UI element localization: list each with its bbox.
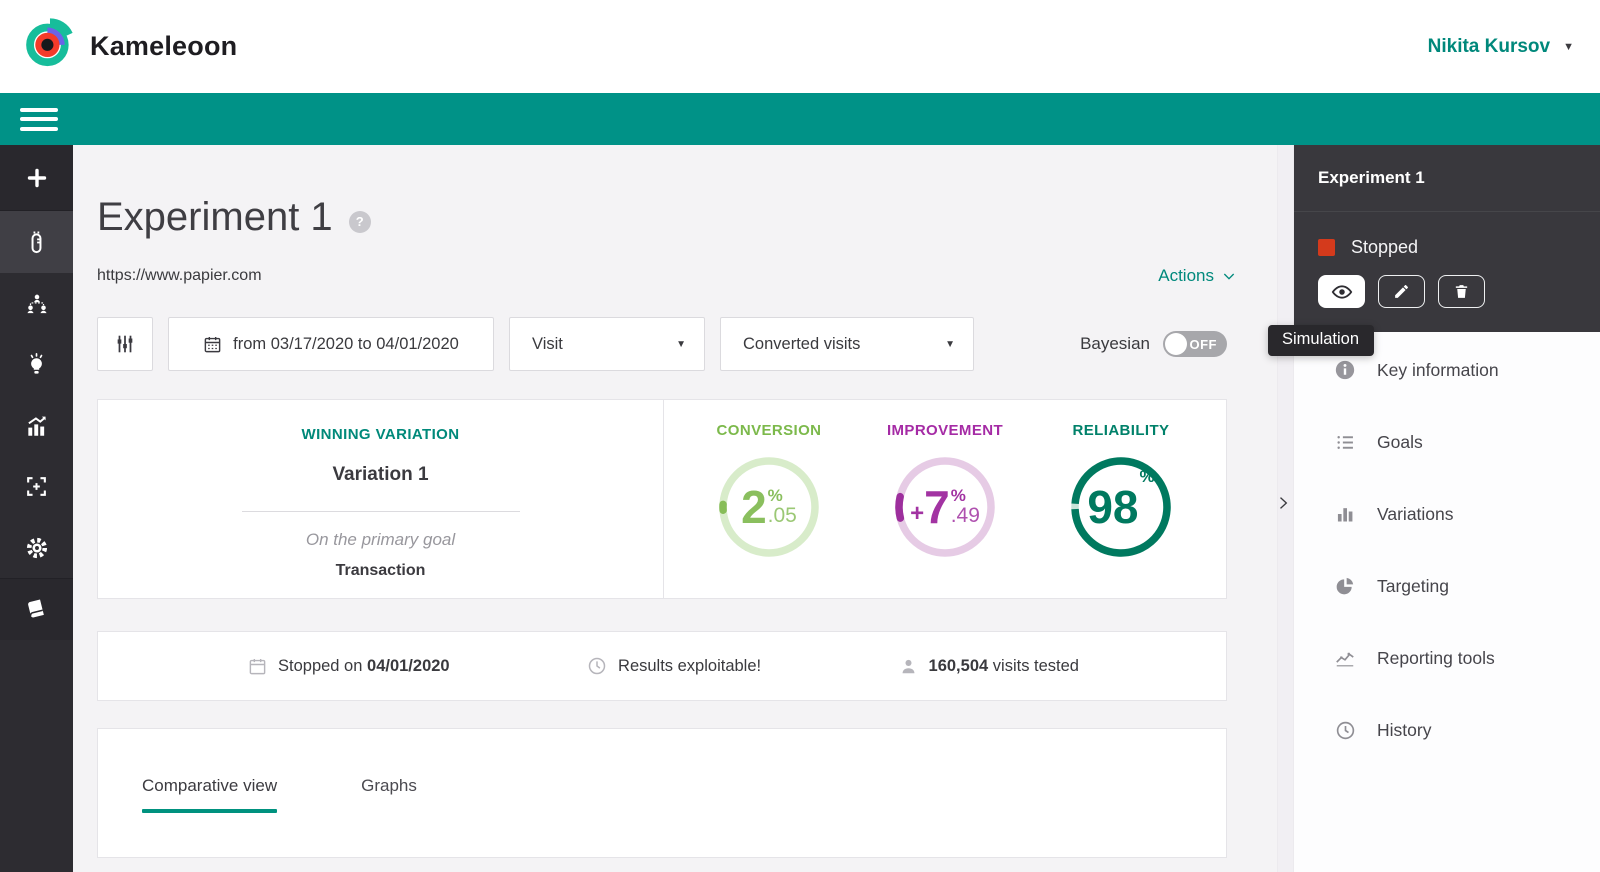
- calendar-icon: [204, 336, 221, 352]
- clock-icon: [1334, 720, 1356, 741]
- sidebar-item-docs[interactable]: [0, 578, 73, 640]
- line-chart-icon: [1334, 647, 1356, 669]
- sidebar-item-audiences[interactable]: [0, 273, 73, 334]
- kameleoon-logo-icon: [24, 18, 76, 75]
- menu-item-reporting-tools[interactable]: Reporting tools: [1294, 622, 1600, 694]
- toggle-state: OFF: [1189, 336, 1217, 352]
- winning-variation-heading: WINNING VARIATION: [301, 426, 460, 443]
- edit-button[interactable]: [1378, 275, 1425, 308]
- pie-chart-icon: [1334, 576, 1356, 596]
- caret-down-icon: ▼: [676, 338, 686, 350]
- delete-button[interactable]: [1438, 275, 1485, 308]
- experiments-icon: [24, 230, 49, 255]
- lightbulb-icon: [24, 352, 49, 377]
- help-icon[interactable]: ?: [348, 210, 371, 233]
- bayesian-label: Bayesian: [1080, 334, 1150, 353]
- date-range-value: from 03/17/2020 to 04/01/2020: [233, 334, 459, 353]
- visits-tested-info: 160,504 visits tested: [899, 657, 1079, 676]
- primary-goal-subtitle: On the primary goal: [305, 530, 456, 549]
- pencil-icon: [1395, 285, 1408, 298]
- kameleoon-dashboard: Kameleoon Nikita Kursov ▼ Experiment 1 ?…: [0, 0, 1600, 872]
- visit-select[interactable]: Visit ▼: [509, 317, 705, 371]
- page-title: Experiment 1: [97, 195, 333, 239]
- sidebar-item-settings[interactable]: [0, 517, 73, 578]
- simulation-tooltip: Simulation: [1268, 325, 1375, 356]
- brand-name: Kameleoon: [90, 31, 238, 61]
- audiences-icon: [24, 291, 50, 317]
- status-label: Stopped: [1351, 237, 1419, 257]
- collapse-panel-button[interactable]: [1271, 491, 1295, 515]
- brand[interactable]: Kameleoon: [24, 18, 237, 75]
- sidebar-item-ideas[interactable]: [0, 334, 73, 395]
- primary-goal-name: Transaction: [335, 562, 426, 579]
- plus-icon: [25, 166, 49, 190]
- person-icon: [902, 659, 914, 673]
- caret-down-icon: ▼: [945, 338, 955, 350]
- personalization-icon: [24, 474, 49, 499]
- date-range-picker[interactable]: from 03/17/2020 to 04/01/2020: [168, 317, 494, 371]
- nav-bar: [0, 93, 1600, 145]
- gear-icon: [24, 535, 50, 561]
- sidebar-item-new[interactable]: [0, 145, 73, 211]
- status-stopped-icon: [1318, 239, 1335, 256]
- improvement-gauge: IMPROVEMENT + 7 % .49: [887, 422, 1003, 598]
- menu-item-targeting[interactable]: Targeting: [1294, 550, 1600, 622]
- filter-settings-button[interactable]: [97, 317, 153, 371]
- sidebar-item-personalization[interactable]: [0, 456, 73, 517]
- menu-item-variations[interactable]: Variations: [1294, 478, 1600, 550]
- menu-item-history[interactable]: History: [1294, 694, 1600, 766]
- actions-dropdown[interactable]: Actions: [1158, 266, 1237, 286]
- trash-icon: [1455, 285, 1468, 298]
- main-content: Experiment 1 ? https://www.papier.com Ac…: [73, 145, 1293, 872]
- chevron-right-icon: [1280, 497, 1288, 509]
- analytics-icon: [24, 413, 50, 439]
- user-name: Nikita Kursov: [1427, 35, 1551, 57]
- eye-icon: [1331, 284, 1352, 299]
- simulation-eye-button[interactable]: [1318, 275, 1365, 308]
- calendar-icon: [249, 658, 266, 674]
- top-header: Kameleoon Nikita Kursov ▼: [0, 0, 1600, 93]
- results-exploitable-info: Results exploitable!: [587, 656, 761, 676]
- goal-select[interactable]: Converted visits ▼: [720, 317, 974, 371]
- info-icon: [1334, 359, 1356, 381]
- hamburger-menu-icon[interactable]: [20, 102, 58, 136]
- scrollbar-track[interactable]: [1277, 145, 1293, 872]
- divider: [241, 511, 520, 512]
- results-summary-card: WINNING VARIATION Variation 1 On the pri…: [97, 399, 1227, 599]
- experiment-side-panel: Experiment 1 Stopped Simulation Key info…: [1268, 145, 1600, 872]
- bar-chart-icon: [1334, 504, 1356, 524]
- clock-icon: [588, 657, 606, 675]
- status-info-bar: Stopped on 04/01/2020 Results exploitabl…: [97, 631, 1227, 701]
- winning-variation-name: Variation 1: [332, 464, 429, 485]
- left-sidebar: [0, 145, 73, 872]
- stopped-date-info: Stopped on 04/01/2020: [248, 657, 450, 676]
- panel-title: Experiment 1: [1294, 145, 1600, 212]
- sliders-icon: [117, 335, 133, 353]
- conversion-gauge: CONVERSION 2 % .05: [713, 422, 825, 598]
- toggle-knob: [1165, 333, 1187, 355]
- user-menu[interactable]: Nikita Kursov ▼: [1428, 36, 1574, 58]
- panel-menu: Key information Goals Variations Targeti…: [1294, 332, 1600, 766]
- views-tabs-card: Comparative view Graphs: [97, 728, 1227, 858]
- chevron-down-icon: ▼: [1563, 40, 1574, 53]
- tab-graphs[interactable]: Graphs: [361, 776, 417, 857]
- sidebar-item-analytics[interactable]: [0, 395, 73, 456]
- reliability-gauge: RELIABILITY 98 %: [1065, 422, 1177, 598]
- docs-icon: [24, 597, 49, 622]
- menu-item-goals[interactable]: Goals: [1294, 406, 1600, 478]
- chevron-down-icon: [1223, 273, 1235, 280]
- list-icon: [1334, 432, 1356, 453]
- bayesian-toggle[interactable]: OFF: [1163, 331, 1227, 357]
- experiment-url: https://www.papier.com: [97, 267, 262, 284]
- tab-comparative-view[interactable]: Comparative view: [142, 776, 277, 857]
- sidebar-item-experiments[interactable]: [0, 211, 73, 273]
